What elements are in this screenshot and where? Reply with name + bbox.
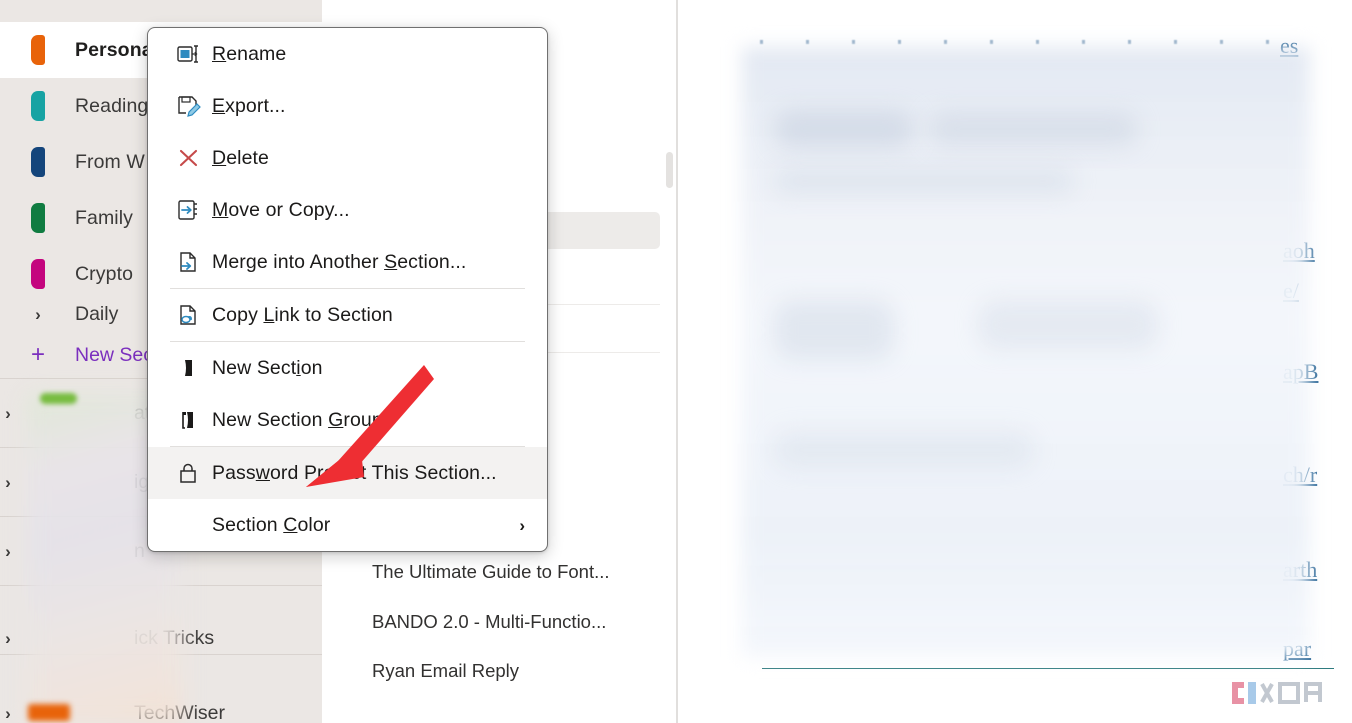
move-copy-icon	[166, 198, 212, 222]
section-color-tab-darkblue	[31, 147, 45, 177]
notebook-label: n	[134, 539, 145, 562]
accel-char: E	[212, 94, 226, 117]
chevron-right-icon: ›	[5, 628, 11, 648]
merge-icon	[166, 250, 212, 274]
menu-item-label: Export...	[212, 94, 286, 117]
sidebar-section-label: Crypto	[75, 262, 134, 285]
hyperlink[interactable]: arth	[1283, 557, 1317, 583]
page-title: Ryan Email Reply	[372, 660, 520, 681]
lock-icon	[166, 461, 212, 485]
blurred-content-overlay	[742, 47, 1310, 657]
hyperlink[interactable]: e/	[1283, 278, 1299, 304]
blurred-text-block	[774, 168, 1074, 194]
sidebar-section-label: Reading	[75, 94, 149, 117]
new-section-icon	[166, 356, 212, 380]
section-context-menu[interactable]: Rename Export... Delete Move or Copy... …	[147, 27, 548, 552]
sidebar-section-label: From W	[75, 150, 145, 173]
blurred-text-block	[774, 110, 914, 148]
divider	[0, 585, 322, 586]
menu-item-merge-into-another-section[interactable]: Merge into Another Section...	[148, 236, 547, 288]
delete-icon	[166, 146, 212, 170]
menu-item-new-section[interactable]: New Section	[148, 342, 547, 394]
blurred-text-block	[774, 430, 1034, 470]
menu-item-label: Delete	[212, 146, 269, 169]
accel-char: S	[384, 250, 398, 273]
menu-item-label: New Section	[212, 356, 323, 379]
sidebar-section-label: Personal	[75, 38, 159, 61]
new-section-label: New Sec	[75, 343, 154, 366]
chevron-right-icon: ›	[5, 403, 11, 423]
accel-char: D	[212, 146, 227, 169]
export-icon	[166, 94, 212, 118]
horizontal-rule	[762, 668, 1334, 669]
accel-char: C	[283, 513, 298, 536]
hyperlink[interactable]: aoh	[1283, 238, 1315, 264]
notebook-color-tab-orange	[28, 704, 70, 721]
blurred-text-block	[774, 300, 894, 360]
menu-item-copy-link-to-section[interactable]: Copy Link to Section	[148, 289, 547, 341]
section-color-tab-teal	[31, 91, 45, 121]
rename-icon	[166, 42, 212, 66]
section-color-tab-orange	[31, 35, 45, 65]
menu-item-label: Move or Copy...	[212, 198, 350, 221]
hyperlink[interactable]: ch/r	[1283, 462, 1317, 488]
blurred-text-block	[978, 300, 1158, 350]
menu-item-move-or-copy[interactable]: Move or Copy...	[148, 184, 547, 236]
page-list-item[interactable]: The Ultimate Guide to Font...	[322, 548, 677, 596]
menu-item-rename[interactable]: Rename	[148, 28, 547, 80]
hyperlink[interactable]: apB	[1283, 359, 1318, 385]
menu-item-export[interactable]: Export...	[148, 80, 547, 132]
blurred-url-text	[760, 40, 1280, 44]
page-list-item[interactable]: BANDO 2.0 - Multi-Functio...	[322, 598, 677, 646]
section-color-tab-magenta	[31, 259, 45, 289]
menu-item-new-section-group[interactable]: New Section Group	[148, 394, 547, 446]
menu-item-label: Section Color	[212, 513, 331, 536]
notebook-label: TechWiser	[134, 701, 226, 723]
chevron-right-icon: ›	[5, 541, 11, 561]
menu-item-delete[interactable]: Delete	[148, 132, 547, 184]
chevron-right-icon: ›	[519, 515, 525, 535]
accel-char: G	[328, 408, 344, 431]
accel-char: w	[255, 461, 270, 484]
note-content-pane[interactable]: es aoh e/ apB ch/r arth par	[678, 0, 1352, 723]
page-list-item[interactable]: Ryan Email Reply	[322, 647, 677, 695]
sidebar-group-label: Daily	[75, 302, 119, 325]
hyperlink[interactable]: es	[1280, 33, 1298, 59]
accel-char: L	[263, 303, 275, 326]
menu-item-label: Merge into Another Section...	[212, 250, 467, 273]
chevron-right-icon: ›	[5, 472, 11, 492]
plus-icon: +	[31, 341, 46, 368]
xda-watermark	[1232, 682, 1322, 704]
accel-char: R	[212, 42, 227, 65]
accel-char: M	[212, 198, 229, 221]
copy-link-icon	[166, 303, 212, 327]
chevron-right-icon: ›	[5, 703, 11, 723]
menu-item-label: Rename	[212, 42, 287, 65]
menu-item-label: New Section Group	[212, 408, 383, 431]
sidebar-section-label: Family	[75, 206, 134, 229]
notebook-color-tab-green	[40, 393, 77, 404]
blurred-text-block	[928, 112, 1138, 146]
page-list-scrollbar[interactable]	[666, 152, 673, 188]
notebook-label: ick Tricks	[134, 626, 215, 649]
menu-item-label: Password Protect This Section...	[212, 461, 497, 484]
accel-char: i	[296, 356, 301, 379]
menu-item-section-color[interactable]: Section Color ›	[148, 499, 547, 551]
new-group-icon	[166, 408, 212, 432]
chevron-right-icon: ›	[35, 304, 41, 324]
page-title: BANDO 2.0 - Multi-Functio...	[372, 611, 607, 632]
menu-item-label: Copy Link to Section	[212, 303, 393, 326]
page-title: The Ultimate Guide to Font...	[372, 561, 610, 582]
menu-item-password-protect-this-section[interactable]: Password Protect This Section...	[148, 447, 547, 499]
notebook-item[interactable]: › ick Tricks	[0, 615, 322, 661]
hyperlink[interactable]: par	[1283, 636, 1311, 662]
section-color-tab-green	[31, 203, 45, 233]
